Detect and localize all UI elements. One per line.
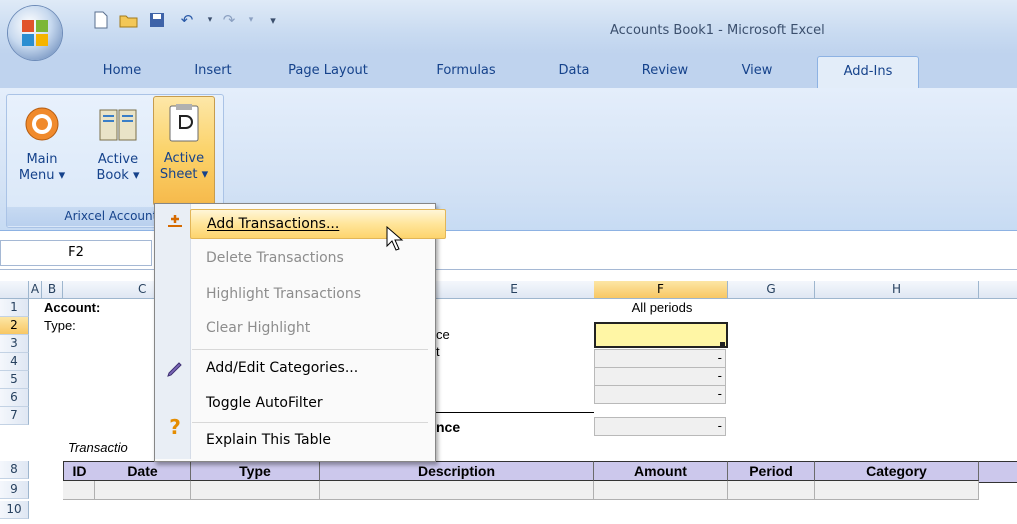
table-cell[interactable] [63, 481, 95, 500]
header-amount[interactable]: Amount [594, 461, 728, 481]
menu-item-add-edit-categories[interactable]: Add/Edit Categories... [190, 353, 446, 383]
type-label: Type: [44, 318, 76, 333]
book-icon [98, 104, 138, 144]
tab-home[interactable]: Home [92, 56, 152, 86]
row-header-7[interactable]: 7 [0, 407, 29, 425]
add-transactions-label: Add Transactions... [207, 216, 340, 232]
main-menu-label: Main [26, 152, 58, 167]
row-header-1[interactable]: 1 [0, 299, 29, 317]
window-title: Accounts Book1 - Microsoft Excel [610, 23, 825, 38]
column-header-c-label: C [138, 282, 147, 296]
tab-data[interactable]: Data [552, 56, 596, 86]
header-period[interactable]: Period [728, 461, 815, 481]
column-header-a[interactable]: A [29, 281, 42, 299]
menu-item-explain-this-table[interactable]: Explain This Table [190, 425, 446, 455]
formula-bar[interactable] [0, 231, 1017, 270]
customize-qat-icon[interactable]: ▾ [262, 10, 284, 30]
menu-item-clear-highlight: Clear Highlight [206, 320, 311, 336]
header-type[interactable]: Type [191, 461, 320, 481]
column-header-i[interactable] [979, 281, 1017, 299]
column-header-g[interactable]: G [728, 281, 815, 299]
value-f3-text: - [717, 350, 722, 365]
value-f4: - [594, 367, 726, 386]
menu-separator [192, 422, 428, 423]
redo-dropdown-icon: ▾ [248, 15, 254, 25]
active-sheet-label: Active [163, 151, 205, 166]
mouse-cursor-icon [386, 225, 406, 255]
tab-page-layout[interactable]: Page Layout [278, 56, 378, 86]
total-border-line [434, 412, 594, 413]
menu-item-highlight-transactions: Highlight Transactions [206, 286, 362, 302]
column-header-e[interactable]: E [434, 281, 595, 299]
value-f5-text: - [717, 386, 722, 401]
main-menu-label-2: Menu ▾ [18, 168, 66, 183]
transactions-label: Transactio [68, 440, 128, 455]
header-description[interactable]: Description [320, 461, 594, 481]
save-icon[interactable] [146, 10, 168, 30]
header-date[interactable]: Date [95, 461, 191, 481]
value-f4-text: - [717, 368, 722, 383]
main-menu-icon [22, 104, 62, 144]
redo-icon: ↷ [222, 11, 236, 29]
tab-insert[interactable]: Insert [183, 56, 243, 86]
question-mark-icon: ? [169, 415, 181, 439]
new-document-icon[interactable] [90, 10, 112, 30]
name-box[interactable]: F2 [0, 240, 152, 266]
menu-separator [192, 349, 428, 350]
all-periods-label: All periods [631, 300, 693, 315]
fill-handle[interactable] [720, 342, 725, 347]
tab-formulas[interactable]: Formulas [424, 56, 508, 86]
row-header-6[interactable]: 6 [0, 389, 29, 407]
table-cell[interactable] [191, 481, 320, 500]
sheet-icon [164, 103, 204, 143]
value-f5: - [594, 385, 726, 404]
header-category[interactable]: Category [815, 461, 979, 481]
tab-add-ins[interactable]: Add-Ins [817, 56, 919, 91]
table-cell[interactable] [728, 481, 815, 500]
main-menu-button[interactable]: Main Menu ▾ [14, 98, 70, 202]
open-folder-icon[interactable] [118, 10, 140, 30]
active-sheet-button[interactable]: Active Sheet ▾ [153, 96, 215, 206]
row-header-10[interactable]: 10 [0, 501, 29, 519]
office-button[interactable] [8, 6, 62, 60]
menu-item-add-transactions[interactable]: Add Transactions... [190, 209, 446, 239]
table-cell[interactable] [95, 481, 191, 500]
table-cell[interactable] [320, 481, 594, 500]
office-logo-icon [22, 20, 48, 46]
menu-item-delete-transactions: Delete Transactions [206, 250, 344, 266]
menu-item-toggle-autofilter[interactable]: Toggle AutoFilter [190, 388, 446, 418]
row-header-3[interactable]: 3 [0, 335, 29, 353]
tab-review[interactable]: Review [636, 56, 694, 86]
tab-view[interactable]: View [735, 56, 779, 86]
table-cell[interactable] [815, 481, 979, 500]
selected-cell-f2[interactable] [594, 322, 728, 348]
add-plus-icon [166, 212, 184, 230]
table-cell[interactable] [594, 481, 728, 500]
select-all-corner[interactable] [0, 281, 29, 299]
active-book-label-2: Book ▾ [96, 168, 140, 183]
row-header-5[interactable]: 5 [0, 371, 29, 389]
column-header-f[interactable]: F [594, 281, 728, 299]
active-book-button[interactable]: Active Book ▾ [88, 98, 148, 202]
value-f6: - [594, 417, 726, 436]
row-header-4[interactable]: 4 [0, 353, 29, 371]
undo-icon[interactable]: ↶ [176, 10, 198, 30]
column-header-h[interactable]: H [815, 281, 979, 299]
active-sheet-label-2: Sheet ▾ [159, 167, 209, 182]
header-extra [979, 461, 1017, 483]
row-header-9[interactable]: 9 [0, 481, 29, 499]
active-book-label: Active [97, 152, 139, 167]
pen-icon [166, 360, 184, 378]
value-f3: - [594, 349, 726, 368]
row-header-8[interactable]: 8 [0, 461, 29, 479]
account-label: Account: [44, 300, 101, 315]
header-id[interactable]: ID [63, 461, 96, 481]
column-header-b[interactable]: B [42, 281, 63, 299]
value-f6-text: - [717, 418, 722, 433]
row-header-2[interactable]: 2 [0, 317, 29, 335]
